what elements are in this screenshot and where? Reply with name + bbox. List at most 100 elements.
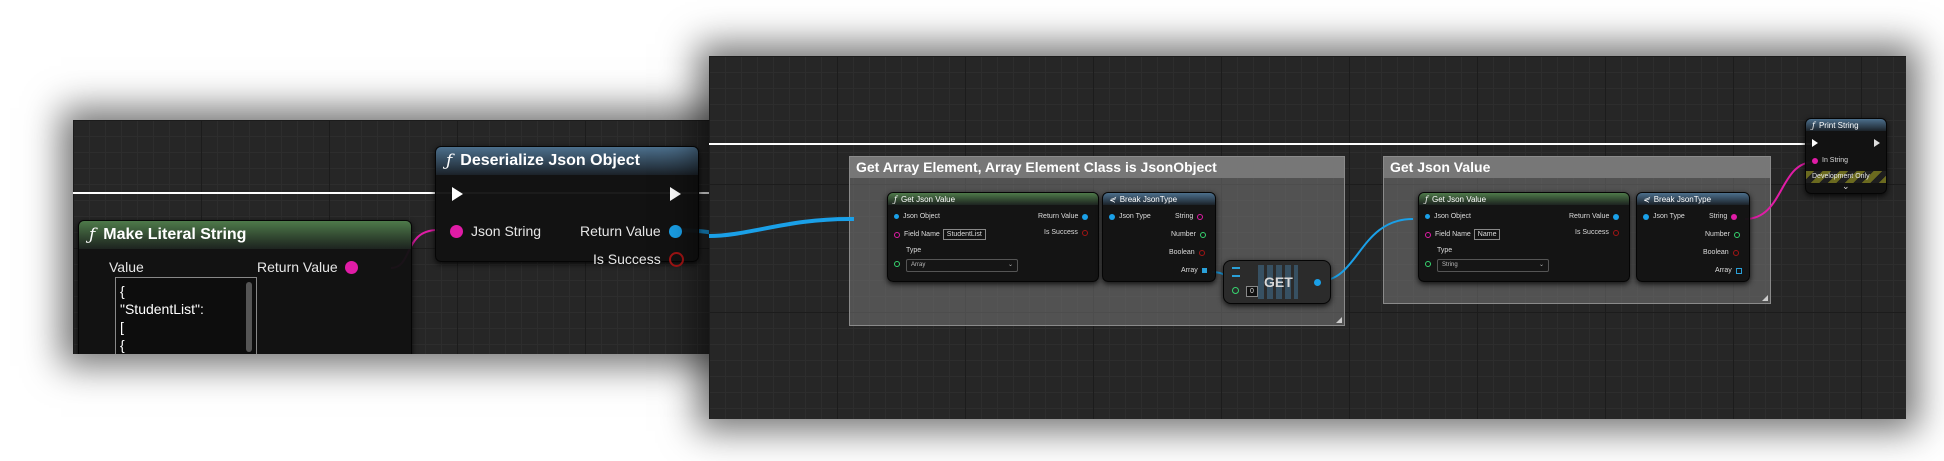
node-header: ƒ Print String — [1806, 119, 1886, 131]
pin-label: Boolean — [1703, 249, 1729, 256]
object-pin-icon[interactable] — [668, 224, 682, 238]
object-pin-icon[interactable] — [1314, 279, 1321, 286]
string-pin[interactable]: String — [1175, 213, 1204, 220]
pin-label: Type — [1437, 247, 1453, 254]
return-value-pin[interactable]: Return Value — [1038, 213, 1089, 220]
exec-in-pin[interactable] — [452, 187, 463, 201]
array-pin-icon[interactable] — [1735, 267, 1742, 274]
type-dropdown[interactable]: String ⌄ — [1437, 259, 1549, 272]
chevron-down-icon: ⌄ — [1007, 262, 1013, 268]
break-icon: ⋞ — [1109, 194, 1116, 204]
boolean-pin[interactable]: Boolean — [1169, 249, 1205, 256]
json-string-pin[interactable]: Json String — [450, 223, 541, 239]
struct-pin-icon[interactable] — [1643, 213, 1649, 220]
node-header: ƒ Get Json Value — [1419, 193, 1629, 205]
type-label: Type — [1437, 247, 1452, 254]
pin-label: String — [1709, 213, 1728, 220]
json-type-pin[interactable]: Json Type — [1109, 213, 1151, 220]
pin-label: In String — [1822, 157, 1849, 164]
bool-pin-icon[interactable] — [1081, 229, 1088, 236]
string-pin[interactable]: String — [1709, 213, 1738, 220]
struct-pin-icon[interactable] — [1109, 213, 1115, 220]
number-pin[interactable]: Number — [1171, 231, 1206, 238]
textbox-scrollbar[interactable] — [246, 282, 252, 352]
exec-out-pin[interactable] — [670, 187, 681, 201]
enum-pin-icon[interactable] — [894, 261, 900, 267]
in-string-pin[interactable]: In String — [1812, 157, 1848, 164]
string-pin-icon[interactable] — [1425, 231, 1431, 238]
string-pin-icon[interactable] — [450, 224, 463, 238]
return-value-pin[interactable]: Return Value — [257, 259, 358, 275]
blueprint-graph-panel-1[interactable]: ƒ Make Literal String Value Return Value … — [73, 120, 749, 354]
is-success-pin[interactable]: Is Success — [1575, 229, 1619, 236]
make-literal-string-node[interactable]: ƒ Make Literal String Value Return Value … — [78, 220, 412, 354]
break-jsontype-node-1[interactable]: ⋞ Break JsonType Json Type String Number … — [1102, 192, 1216, 282]
json-type-pin[interactable]: Json Type — [1643, 213, 1685, 220]
object-pin-icon[interactable] — [1613, 213, 1620, 220]
dropdown-value: String — [1442, 262, 1458, 268]
json-object-pin[interactable]: Json Object — [894, 213, 940, 220]
object-pin-icon[interactable] — [1082, 213, 1089, 220]
comment-title[interactable]: Get Array Element, Array Element Class i… — [850, 157, 1344, 178]
bool-pin-icon[interactable] — [1732, 249, 1739, 256]
index-input[interactable]: 0 — [1246, 286, 1258, 297]
string-pin-icon[interactable] — [1731, 213, 1738, 220]
array-pin-icon[interactable] — [1201, 268, 1207, 273]
array-get-node[interactable]: 0 GET — [1223, 260, 1331, 304]
object-pin-icon[interactable] — [1425, 214, 1430, 219]
type-label: Type — [906, 247, 921, 254]
pin-label: Json Type — [1119, 213, 1151, 220]
field-name-input[interactable]: StudentList — [942, 229, 986, 240]
return-value-pin[interactable]: Return Value — [1569, 213, 1620, 220]
blueprint-graph-panel-2[interactable]: Get Array Element, Array Element Class i… — [709, 56, 1906, 419]
node-title: Break JsonType — [1653, 194, 1712, 204]
type-dropdown[interactable]: Array ⌄ — [906, 259, 1018, 272]
node-header: ƒ Get Json Value — [888, 193, 1098, 205]
field-name-input[interactable]: Name — [1473, 229, 1501, 240]
number-pin-icon[interactable] — [1733, 231, 1740, 238]
literal-value-textbox[interactable]: { "StudentList": [ { — [115, 277, 257, 354]
object-pin-icon[interactable] — [894, 214, 899, 219]
bool-pin-icon[interactable] — [668, 251, 684, 267]
get-json-value-node-1[interactable]: ƒ Get Json Value Json Object Return Value… — [887, 192, 1099, 282]
field-name-pin[interactable]: Field Name Name — [1425, 229, 1501, 240]
pin-label: Return Value — [1038, 213, 1079, 220]
comment-title[interactable]: Get Json Value — [1384, 157, 1770, 178]
resize-handle-icon[interactable] — [1762, 295, 1768, 301]
exec-in-pin[interactable] — [1812, 139, 1818, 147]
pin-label: Array — [1181, 267, 1198, 274]
array-pin[interactable]: Array — [1715, 267, 1742, 274]
node-title: GET — [1264, 274, 1293, 290]
number-pin-icon[interactable] — [1199, 231, 1206, 238]
node-title: Make Literal String — [103, 226, 247, 243]
resize-handle-icon[interactable] — [1336, 317, 1342, 323]
string-pin-icon[interactable] — [894, 231, 900, 238]
enum-pin-icon[interactable] — [1425, 261, 1431, 267]
array-pin-icon[interactable] — [1232, 267, 1240, 277]
string-pin-icon[interactable] — [344, 260, 358, 274]
is-success-pin[interactable]: Is Success — [1044, 229, 1088, 236]
bool-pin-icon[interactable] — [1198, 249, 1205, 256]
get-json-value-node-2[interactable]: ƒ Get Json Value Json Object Return Value… — [1418, 192, 1630, 282]
chevron-down-icon[interactable]: ⌄ — [1842, 181, 1850, 192]
boolean-pin[interactable]: Boolean — [1703, 249, 1739, 256]
index-pin-icon[interactable] — [1232, 287, 1239, 294]
bool-pin-icon[interactable] — [1612, 229, 1619, 236]
string-pin-icon[interactable] — [1812, 157, 1818, 164]
pin-label: Number — [1705, 231, 1730, 238]
exec-out-pin[interactable] — [1874, 139, 1880, 147]
array-pin[interactable]: Array — [1181, 267, 1207, 274]
json-object-pin[interactable]: Json Object — [1425, 213, 1471, 220]
field-name-pin[interactable]: Field Name StudentList — [894, 229, 986, 240]
deserialize-json-object-node[interactable]: ƒ Deserialize Json Object Json String Ret… — [435, 146, 699, 267]
text-line: [ — [120, 319, 124, 335]
node-title: Get Json Value — [1431, 194, 1487, 204]
json-string-label: Json String — [471, 223, 542, 239]
break-jsontype-node-2[interactable]: ⋞ Break JsonType Json Type String Number … — [1636, 192, 1750, 282]
is-success-pin[interactable]: Is Success — [593, 251, 684, 267]
number-pin[interactable]: Number — [1705, 231, 1740, 238]
return-value-pin[interactable]: Return Value — [580, 223, 682, 239]
string-pin-icon[interactable] — [1197, 213, 1204, 220]
print-string-node[interactable]: ƒ Print String In String Development Only… — [1805, 118, 1887, 194]
pin-label: Is Success — [1044, 229, 1078, 236]
